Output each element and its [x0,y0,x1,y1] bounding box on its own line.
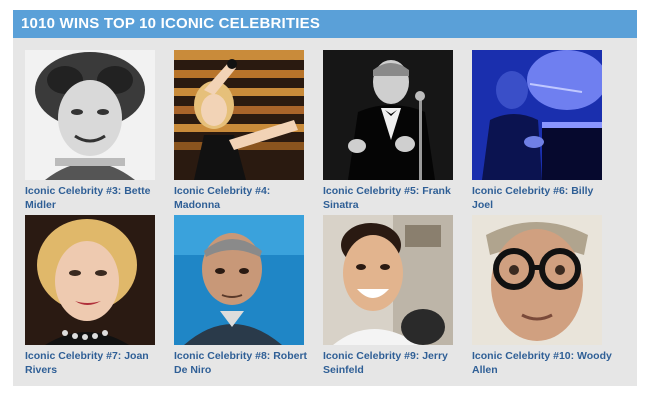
celebrity-card[interactable]: Iconic Celebrity #6: Billy Joel [472,50,612,212]
celebrity-caption-link[interactable]: Iconic Celebrity #10: Woody Allen [472,349,612,377]
celebrity-card[interactable]: Iconic Celebrity #4: Madonna [174,50,314,212]
celebrity-card[interactable]: Iconic Celebrity #10: Woody Allen [472,215,612,377]
celebrity-photo[interactable] [25,50,155,180]
widget-title: 1010 WINS TOP 10 ICONIC CELEBRITIES [21,15,321,32]
celebrity-photo[interactable] [472,50,602,180]
widget-header: 1010 WINS TOP 10 ICONIC CELEBRITIES [13,10,637,38]
celebrity-photo[interactable] [323,50,453,180]
celebrity-caption-link[interactable]: Iconic Celebrity #7: Joan Rivers [25,349,165,377]
celebrity-photo[interactable] [323,215,453,345]
celebrity-card[interactable]: Iconic Celebrity #9: Jerry Seinfeld [323,215,463,377]
celebrity-caption-link[interactable]: Iconic Celebrity #3: Bette Midler [25,184,165,212]
celebrity-caption-link[interactable]: Iconic Celebrity #6: Billy Joel [472,184,612,212]
celebrity-card[interactable]: Iconic Celebrity #3: Bette Midler [25,50,165,212]
celebrity-card[interactable]: Iconic Celebrity #8: Robert De Niro [174,215,314,377]
celebrity-photo[interactable] [25,215,155,345]
celebrity-photo[interactable] [174,50,304,180]
celebrity-caption-link[interactable]: Iconic Celebrity #9: Jerry Seinfeld [323,349,463,377]
celebrity-photo[interactable] [174,215,304,345]
celebrity-card[interactable]: Iconic Celebrity #5: Frank Sinatra [323,50,463,212]
celebrity-caption-link[interactable]: Iconic Celebrity #5: Frank Sinatra [323,184,463,212]
celebrity-caption-link[interactable]: Iconic Celebrity #8: Robert De Niro [174,349,314,377]
celebrity-card[interactable]: Iconic Celebrity #7: Joan Rivers [25,215,165,377]
celebrity-gallery-widget: 1010 WINS TOP 10 ICONIC CELEBRITIES Icon… [13,10,637,386]
celebrity-photo[interactable] [472,215,602,345]
celebrity-caption-link[interactable]: Iconic Celebrity #4: Madonna [174,184,314,212]
